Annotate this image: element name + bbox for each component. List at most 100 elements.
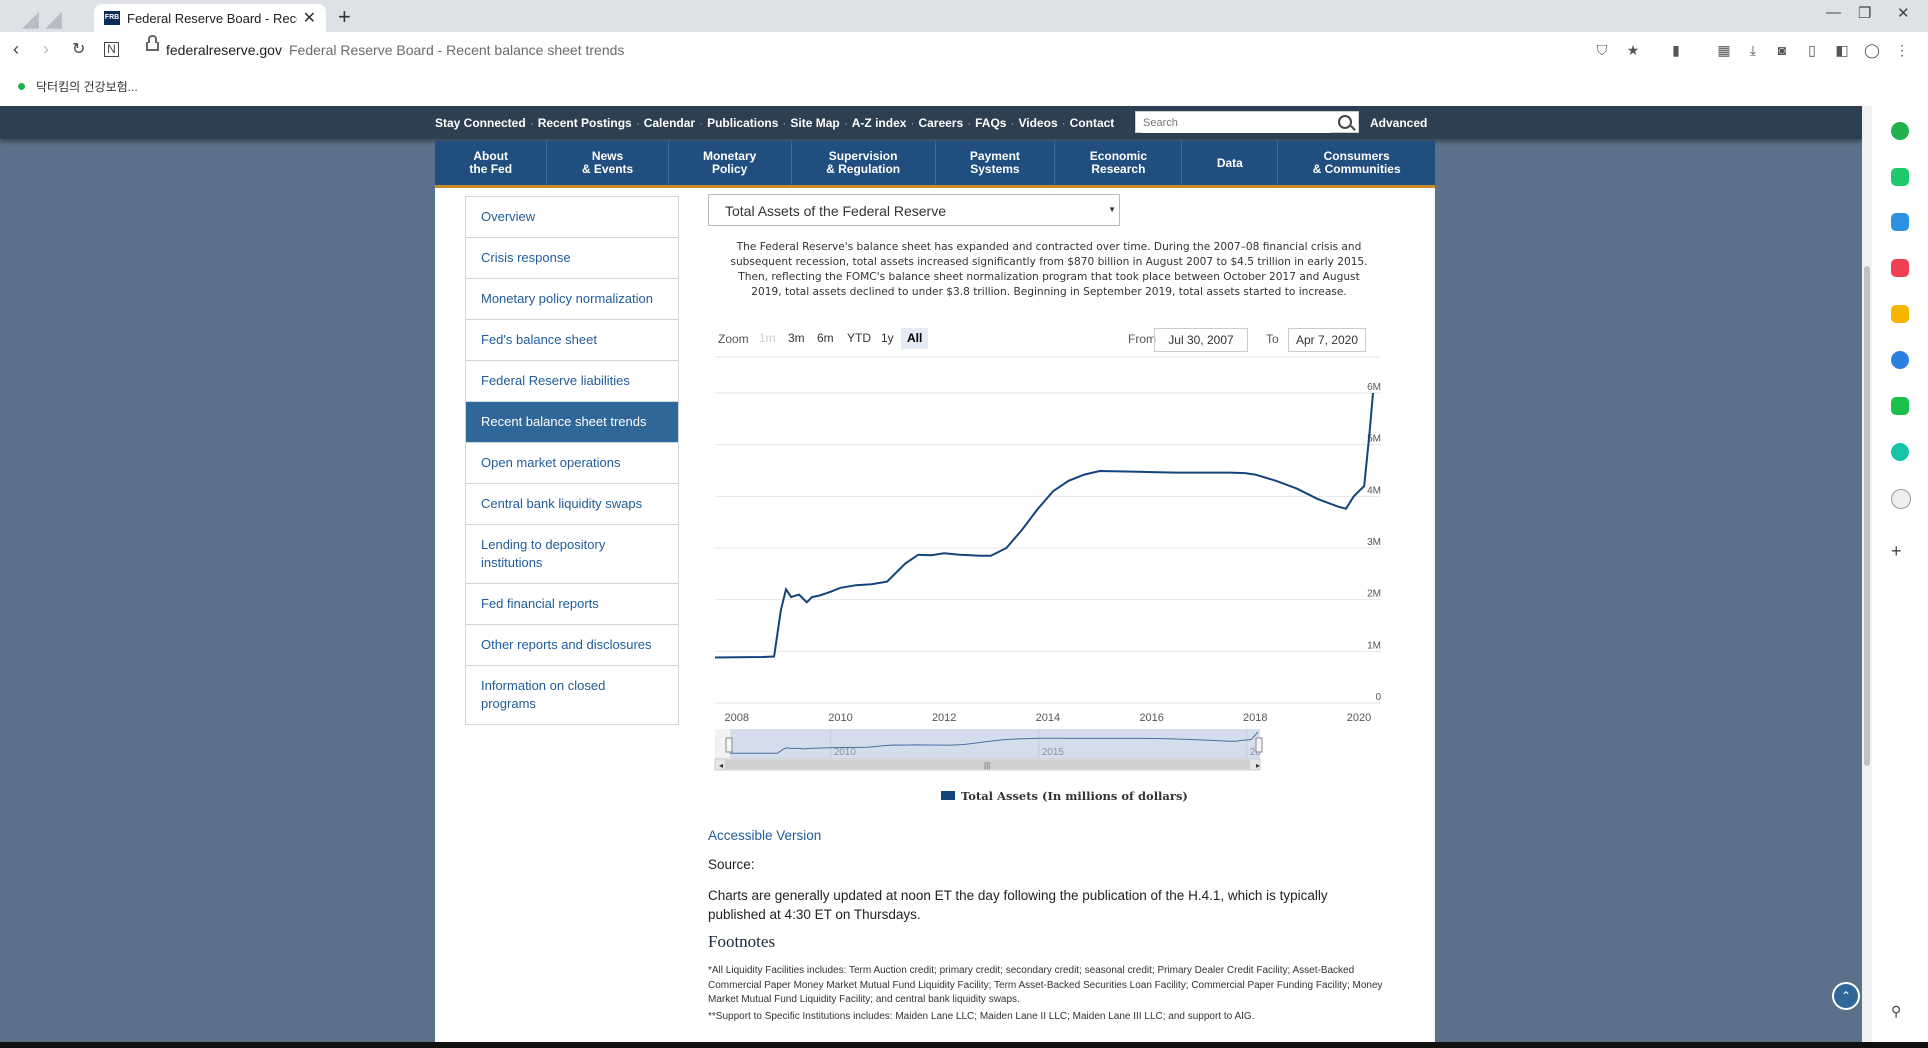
close-tab-icon[interactable]: ✕ <box>303 8 316 28</box>
sidebar-item[interactable]: Information on closed programs <box>466 666 678 724</box>
reader-icon[interactable]: N <box>104 42 119 57</box>
back-to-top-button[interactable]: ⌃ <box>1832 982 1860 1010</box>
main-nav-item[interactable]: Consumers & Communities <box>1278 141 1435 185</box>
search-field[interactable] <box>1135 111 1359 133</box>
y-tick-label: 2M <box>1367 589 1381 600</box>
forward-arrow-icon[interactable]: › <box>43 39 49 60</box>
zoom-button[interactable]: All <box>901 328 929 349</box>
sidepanel-pin-icon[interactable]: ⚲ <box>1891 1003 1901 1020</box>
active-tab[interactable]: FRB Federal Reserve Board - Recent ✕ <box>94 4 326 32</box>
browser-toolbar: ‹ › ↻ N federalreserve.gov Federal Reser… <box>0 32 1928 68</box>
shield-icon[interactable]: ⛉ <box>1594 42 1610 58</box>
sidebar-item[interactable]: Fed's balance sheet <box>466 320 678 361</box>
sidepanel-edge-icon[interactable] <box>1891 351 1909 369</box>
util-link[interactable]: Site Map <box>790 116 839 130</box>
taskbar-edge <box>0 1042 1928 1048</box>
util-link[interactable]: Contact <box>1070 116 1115 130</box>
sidepanel-chat-icon[interactable] <box>1891 168 1909 186</box>
star-icon[interactable]: ★ <box>1625 42 1641 58</box>
from-date-input[interactable]: Jul 30, 2007 <box>1154 328 1248 352</box>
scroll-right-icon[interactable]: ▸ <box>1256 761 1260 770</box>
total-assets-line <box>714 392 1374 659</box>
close-window-icon[interactable]: ✕ <box>1897 4 1910 22</box>
util-link[interactable]: Publications <box>707 116 778 130</box>
accessible-version-link[interactable]: Accessible Version <box>708 828 821 843</box>
main-nav-item[interactable]: Data <box>1182 141 1279 185</box>
sidebar-item[interactable]: Other reports and disclosures <box>466 625 678 666</box>
sidebar-item[interactable]: Central bank liquidity swaps <box>466 484 678 525</box>
page-scroll-thumb[interactable] <box>1864 266 1870 766</box>
chart-legend[interactable]: Total Assets (In millions of dollars) <box>941 789 1188 803</box>
address-bar[interactable]: federalreserve.gov Federal Reserve Board… <box>134 35 1624 65</box>
sidepanel-face-icon[interactable] <box>1891 489 1911 509</box>
new-tab-icon[interactable]: + <box>338 4 351 30</box>
previous-tab[interactable]: ◢ ◢ <box>22 6 92 32</box>
restore-icon[interactable]: ❐ <box>1858 4 1871 22</box>
balance-sheet-chart[interactable]: 01M2M3M4M5M6M 2008 2010 2012 2014 2016 2018 20… <box>710 356 1385 786</box>
sidebar-item[interactable]: Crisis response <box>466 238 678 279</box>
sidepanel-app-icon-1[interactable] <box>1891 122 1909 140</box>
util-link[interactable]: FAQs <box>975 116 1006 130</box>
sidebar-item[interactable]: Fed financial reports <box>466 584 678 625</box>
navigator-label: 2015 <box>1042 747 1065 758</box>
navigator-selection[interactable] <box>730 729 1260 759</box>
main-nav-label: Policy <box>711 162 748 176</box>
util-link[interactable]: Calendar <box>644 116 695 130</box>
zoom-button[interactable]: YTD <box>841 328 877 349</box>
menu-dots-icon[interactable]: ⋮ <box>1894 42 1910 58</box>
sidebar-item[interactable]: Overview <box>466 197 678 238</box>
main-nav-item[interactable]: Supervision & Regulation <box>792 141 936 185</box>
reader-mode-icon[interactable]: ▯ <box>1804 42 1820 58</box>
download-icon[interactable]: ⤓ <box>1745 42 1761 58</box>
sidepanel-star-icon[interactable] <box>1891 305 1909 323</box>
sidebar-item[interactable]: Open market operations <box>466 443 678 484</box>
zoom-button[interactable]: 6m <box>811 328 840 349</box>
navigator-left-handle[interactable] <box>725 737 733 753</box>
back-arrow-icon[interactable]: ‹ <box>13 39 19 60</box>
sidebar-item[interactable]: Recent balance sheet trends <box>466 402 678 443</box>
camera-icon[interactable]: ◙ <box>1774 42 1790 58</box>
favicon: FRB <box>104 11 120 25</box>
sidebar-item[interactable]: Monetary policy normalization <box>466 279 678 320</box>
navigator-right-handle[interactable] <box>1255 737 1263 753</box>
util-link[interactable]: A-Z index <box>852 116 907 130</box>
flag-icon[interactable]: ▦ <box>1716 42 1732 58</box>
scroll-left-icon[interactable]: ◂ <box>719 761 723 770</box>
search-input[interactable] <box>1141 113 1330 133</box>
main-nav-item[interactable]: Monetary Policy <box>669 141 792 185</box>
util-link[interactable]: Recent Postings <box>538 116 632 130</box>
search-icon[interactable] <box>1338 115 1352 129</box>
sidepanel-calendar-icon[interactable] <box>1891 213 1909 231</box>
main-nav-item[interactable]: Economic Research <box>1055 141 1183 185</box>
sidebar-item[interactable]: Lending to depository institutions <box>466 525 678 584</box>
sidepanel-add-icon[interactable]: + <box>1891 541 1902 562</box>
dataset-select[interactable]: Total Assets of the Federal Reserve ▼ <box>708 194 1120 226</box>
sidepanel-play-icon[interactable] <box>1891 443 1909 461</box>
y-tick-label: 4M <box>1367 485 1381 496</box>
legend-swatch <box>941 791 955 800</box>
zoom-button[interactable]: 3m <box>782 328 811 349</box>
advanced-search-link[interactable]: Advanced <box>1370 116 1427 130</box>
util-link[interactable]: Videos <box>1018 116 1057 130</box>
sidepanel-pocket-icon[interactable] <box>1891 259 1909 277</box>
util-link[interactable]: Stay Connected <box>435 116 526 130</box>
sidebar-toggle-icon[interactable]: ◧ <box>1834 42 1850 58</box>
bookmark-item[interactable]: 닥터킴의 건강보험... <box>36 78 138 95</box>
sidepanel-line-icon[interactable] <box>1891 397 1909 415</box>
reload-icon[interactable]: ↻ <box>72 39 85 59</box>
zoom-button[interactable]: 1m <box>753 328 782 349</box>
minimize-icon[interactable]: — <box>1826 4 1841 21</box>
main-nav-item[interactable]: About the Fed <box>435 141 548 185</box>
profile-icon[interactable]: ◯ <box>1864 42 1880 58</box>
extension-icon[interactable]: ▮ <box>1668 42 1684 58</box>
sidebar-item[interactable]: Federal Reserve liabilities <box>466 361 678 402</box>
y-tick-label: 0 <box>1375 692 1381 703</box>
page-scrollbar[interactable] <box>1862 106 1872 1042</box>
util-link[interactable]: Careers <box>918 116 963 130</box>
lock-icon <box>146 35 159 51</box>
zoom-button[interactable]: 1y <box>875 328 900 349</box>
x-tick-label: 2016 <box>1139 712 1163 724</box>
to-date-input[interactable]: Apr 7, 2020 <box>1288 328 1366 352</box>
main-nav-item[interactable]: Payment Systems <box>936 141 1056 185</box>
main-nav-item[interactable]: News & Events <box>547 141 669 185</box>
